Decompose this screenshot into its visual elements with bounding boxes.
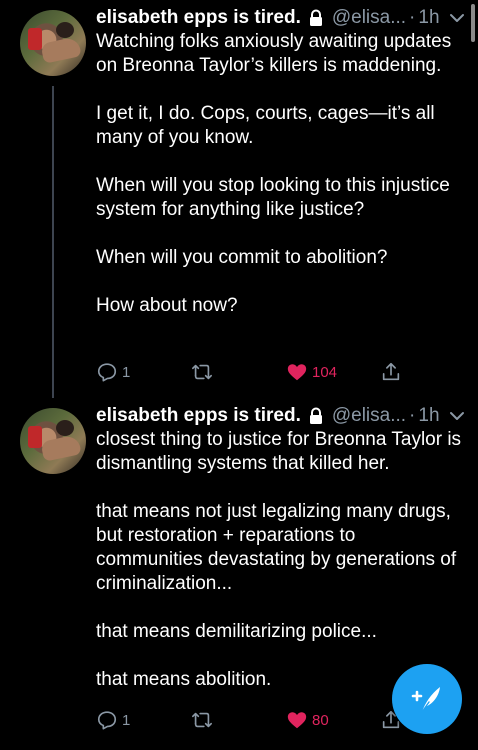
tweet-paragraph: that means demilitarizing police...: [96, 621, 377, 642]
compose-tweet-button[interactable]: [392, 664, 462, 734]
reply-button[interactable]: 1: [96, 358, 130, 386]
like-button[interactable]: 104: [286, 358, 337, 386]
scrollbar[interactable]: [471, 4, 475, 42]
tweet-text: Watching folks anxiously awaiting update…: [96, 30, 466, 318]
like-count: 80: [312, 711, 329, 729]
lock-icon: [306, 406, 326, 426]
heart-icon: [287, 364, 307, 381]
avatar[interactable]: [20, 408, 86, 474]
timeline: elisabeth epps is tired. @elisa... · 1h …: [0, 0, 478, 750]
reply-icon: [97, 711, 117, 730]
tweet-actions: 1 104: [96, 358, 416, 386]
retweet-button[interactable]: [191, 358, 217, 386]
tweet-actions: 1 80: [96, 706, 416, 734]
tweet-header: elisabeth epps is tired. @elisa... · 1h: [96, 403, 468, 429]
chevron-down-icon[interactable]: [448, 407, 466, 425]
lock-icon: [306, 8, 326, 28]
heart-icon: [287, 712, 307, 729]
share-icon: [382, 362, 400, 381]
display-name[interactable]: elisabeth epps is tired.: [96, 7, 301, 29]
reply-icon: [97, 363, 117, 382]
timestamp[interactable]: 1h: [418, 7, 439, 29]
tweet-paragraph: that means not just legalizing many drug…: [96, 501, 457, 594]
compose-tweet-icon: [411, 687, 440, 713]
retweet-icon: [192, 712, 212, 728]
avatar[interactable]: [20, 10, 86, 76]
tweet-paragraph: When will you stop looking to this injus…: [96, 175, 450, 220]
tweet[interactable]: elisabeth epps is tired. @elisa... · 1h …: [0, 0, 478, 398]
user-handle[interactable]: @elisa...: [332, 7, 406, 29]
tweet-paragraph: Watching folks anxiously awaiting update…: [96, 31, 452, 76]
reply-count: 1: [122, 711, 131, 729]
tweet-paragraph: When will you commit to abolition?: [96, 247, 388, 268]
user-handle[interactable]: @elisa...: [332, 405, 406, 427]
retweet-icon: [192, 364, 212, 380]
reply-count: 1: [122, 363, 131, 381]
separator-dot: ·: [409, 405, 416, 426]
retweet-button[interactable]: [191, 706, 217, 734]
like-button[interactable]: 80: [286, 706, 329, 734]
thread-connector-line: [52, 86, 54, 398]
chevron-down-icon[interactable]: [448, 9, 466, 27]
separator-dot: ·: [409, 7, 416, 28]
display-name[interactable]: elisabeth epps is tired.: [96, 405, 301, 427]
tweet-paragraph: closest thing to justice for Breonna Tay…: [96, 429, 462, 474]
tweet-paragraph: How about now?: [96, 295, 238, 316]
timestamp[interactable]: 1h: [418, 405, 439, 427]
reply-button[interactable]: 1: [96, 706, 130, 734]
tweet-paragraph: I get it, I do. Cops, courts, cages—it’s…: [96, 103, 435, 148]
share-button[interactable]: [380, 358, 402, 386]
like-count: 104: [312, 363, 338, 381]
tweet-header: elisabeth epps is tired. @elisa... · 1h: [96, 5, 468, 31]
tweet-text: closest thing to justice for Breonna Tay…: [96, 428, 466, 692]
